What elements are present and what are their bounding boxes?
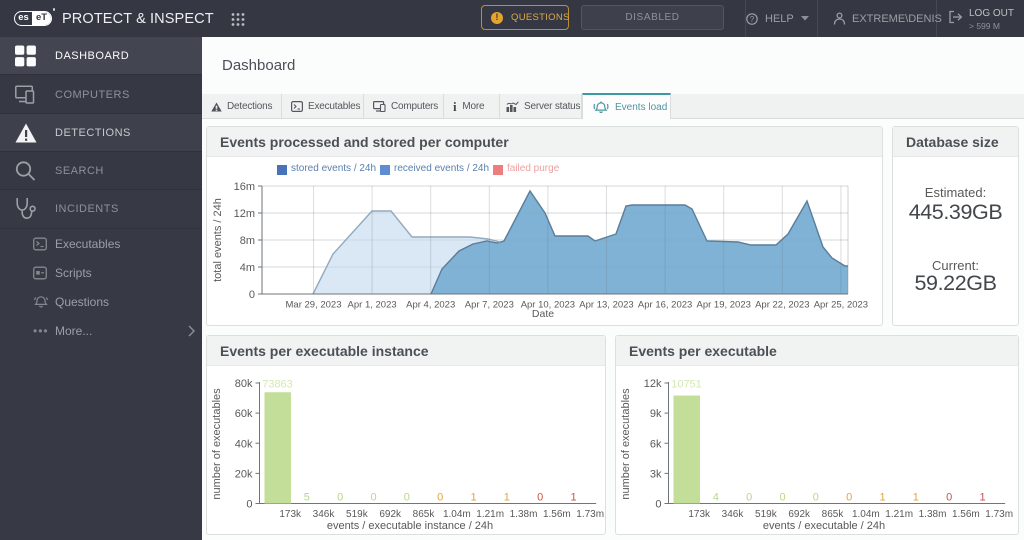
svg-text:10751: 10751 <box>671 379 702 391</box>
svg-text:events / executable / 24h: events / executable / 24h <box>763 520 885 532</box>
svg-text:Apr 7, 2023: Apr 7, 2023 <box>465 300 514 311</box>
svg-text:1.56m: 1.56m <box>952 509 980 520</box>
svg-text:Mar 29, 2023: Mar 29, 2023 <box>286 300 342 311</box>
svg-text:number of executables: number of executables <box>620 388 632 500</box>
svg-text:12k: 12k <box>644 378 662 390</box>
svg-text:9k: 9k <box>650 408 662 420</box>
svg-text:8m: 8m <box>240 235 255 247</box>
svg-text:1: 1 <box>470 492 476 504</box>
svg-text:73863: 73863 <box>262 379 293 391</box>
svg-text:0: 0 <box>746 492 752 504</box>
svg-text:346k: 346k <box>313 509 336 520</box>
svg-text:1.21m: 1.21m <box>476 509 504 520</box>
svg-text:519k: 519k <box>755 509 778 520</box>
svg-text:Apr 1, 2023: Apr 1, 2023 <box>348 300 397 311</box>
svg-text:692k: 692k <box>788 509 811 520</box>
svg-text:1.21m: 1.21m <box>885 509 913 520</box>
svg-text:1.56m: 1.56m <box>543 509 571 520</box>
svg-text:0: 0 <box>846 492 852 504</box>
svg-text:total events / 24h: total events / 24h <box>212 198 224 282</box>
svg-text:4m: 4m <box>240 262 255 274</box>
svg-text:1.04m: 1.04m <box>852 509 880 520</box>
svg-text:0: 0 <box>370 492 376 504</box>
svg-text:346k: 346k <box>722 509 745 520</box>
svg-text:865k: 865k <box>822 509 845 520</box>
svg-text:80k: 80k <box>235 378 253 390</box>
svg-text:Apr 22, 2023: Apr 22, 2023 <box>755 300 809 311</box>
svg-text:6k: 6k <box>650 438 662 450</box>
svg-text:60k: 60k <box>235 408 253 420</box>
svg-text:173k: 173k <box>688 509 711 520</box>
svg-text:1: 1 <box>504 492 510 504</box>
svg-text:?: ? <box>750 14 755 23</box>
svg-text:4: 4 <box>713 492 719 504</box>
svg-text:Apr 25, 2023: Apr 25, 2023 <box>814 300 868 311</box>
svg-text:1.04m: 1.04m <box>443 509 471 520</box>
svg-text:16m: 16m <box>234 181 255 193</box>
svg-text:0: 0 <box>655 499 661 511</box>
svg-text:1.38m: 1.38m <box>919 509 947 520</box>
svg-text:events / executable instance /: events / executable instance / 24h <box>327 520 493 532</box>
svg-text:1.73m: 1.73m <box>576 509 604 520</box>
svg-text:0: 0 <box>537 492 543 504</box>
svg-text:1.38m: 1.38m <box>510 509 538 520</box>
svg-text:0: 0 <box>437 492 443 504</box>
svg-text:Apr 16, 2023: Apr 16, 2023 <box>638 300 692 311</box>
svg-text:865k: 865k <box>413 509 436 520</box>
svg-text:1: 1 <box>979 492 985 504</box>
svg-text:1: 1 <box>570 492 576 504</box>
svg-text:0: 0 <box>404 492 410 504</box>
svg-text:0: 0 <box>779 492 785 504</box>
svg-text:3k: 3k <box>650 468 662 480</box>
svg-text:Apr 19, 2023: Apr 19, 2023 <box>696 300 750 311</box>
svg-text:20k: 20k <box>235 468 253 480</box>
svg-text:Apr 13, 2023: Apr 13, 2023 <box>579 300 633 311</box>
svg-text:0: 0 <box>813 492 819 504</box>
svg-text:1.73m: 1.73m <box>985 509 1013 520</box>
svg-text:40k: 40k <box>235 438 253 450</box>
svg-text:0: 0 <box>249 289 255 301</box>
svg-text:5: 5 <box>304 492 310 504</box>
svg-text:0: 0 <box>337 492 343 504</box>
svg-text:1: 1 <box>913 492 919 504</box>
svg-text:Date: Date <box>532 308 554 320</box>
svg-text:0: 0 <box>246 499 252 511</box>
svg-text:Apr 4, 2023: Apr 4, 2023 <box>406 300 455 311</box>
svg-text:692k: 692k <box>379 509 402 520</box>
svg-text:0: 0 <box>946 492 952 504</box>
svg-text:519k: 519k <box>346 509 369 520</box>
svg-text:12m: 12m <box>234 208 255 220</box>
svg-text:1: 1 <box>879 492 885 504</box>
svg-text:173k: 173k <box>279 509 302 520</box>
svg-text:number of executables: number of executables <box>211 388 223 500</box>
